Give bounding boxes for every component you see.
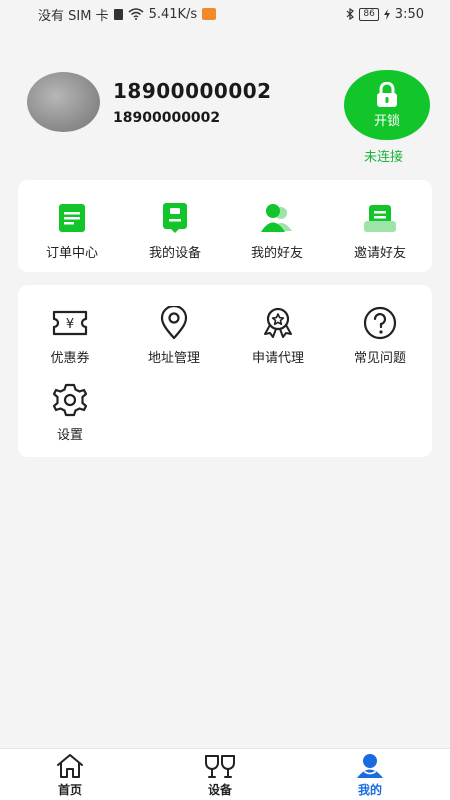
order-list-icon: [59, 204, 85, 232]
service-item-label: 优惠券: [50, 351, 90, 366]
service-item-label: 申请代理: [251, 351, 304, 366]
battery-icon: 86: [359, 7, 379, 21]
menu-item-devices[interactable]: 我的设备: [125, 198, 225, 268]
status-bar: 没有 SIM 卡 5.41K/s 86 3:50: [0, 0, 450, 28]
wifi-icon: [128, 8, 144, 20]
tab-devices[interactable]: 设备: [180, 753, 260, 799]
service-item-settings[interactable]: 设置: [20, 380, 120, 450]
menu-item-orders[interactable]: 订单中心: [22, 198, 122, 268]
service-item-label: 常见问题: [353, 351, 406, 366]
user-icon: [357, 754, 383, 778]
question-icon: [363, 306, 397, 340]
gear-icon: [52, 383, 88, 417]
menu-item-invite[interactable]: 邀请好友: [330, 198, 430, 268]
tab-mine[interactable]: 我的: [330, 753, 410, 799]
clock: 3:50: [394, 6, 424, 22]
profile-header: 18900000002 18900000002 开锁 未连接: [0, 62, 450, 172]
service-item-address[interactable]: 地址管理: [124, 303, 224, 373]
invite-icon: [364, 205, 396, 232]
lock-icon: [377, 81, 397, 107]
bluetooth-icon: [346, 8, 355, 20]
coupon-icon: ¥: [52, 310, 88, 336]
network-speed: 5.41K/s: [148, 6, 198, 22]
user-name: 18900000002: [113, 79, 272, 103]
charging-icon: [383, 8, 390, 20]
tab-label: 设备: [207, 783, 232, 797]
bottom-tab-bar: 首页 设备 我的: [0, 748, 450, 800]
service-item-label: 设置: [56, 428, 83, 443]
glasses-icon: [205, 755, 235, 778]
media-icon: [202, 8, 217, 20]
quick-menu-card: 订单中心 我的设备 我的好友 邀请好友: [18, 180, 432, 272]
device-icon: [163, 203, 187, 233]
menu-item-label: 订单中心: [45, 246, 98, 261]
avatar[interactable]: [27, 72, 100, 132]
friends-icon: [261, 204, 292, 232]
menu-item-label: 我的设备: [148, 246, 201, 261]
unlock-button[interactable]: 开锁: [344, 70, 430, 140]
service-item-faq[interactable]: 常见问题: [330, 303, 430, 373]
service-item-agent[interactable]: 申请代理: [228, 303, 328, 373]
carrier-text: 没有 SIM 卡: [38, 8, 109, 24]
tab-label: 我的: [357, 783, 382, 797]
service-item-coupons[interactable]: ¥ 优惠券: [20, 303, 120, 373]
service-item-label: 地址管理: [147, 351, 200, 366]
home-icon: [57, 754, 83, 778]
menu-item-label: 我的好友: [250, 246, 303, 261]
services-card: ¥ 优惠券 地址管理 申请代理 常见问题 设置: [18, 285, 432, 457]
menu-item-label: 邀请好友: [353, 246, 406, 261]
tab-home[interactable]: 首页: [30, 753, 110, 799]
status-right: 86 3:50: [346, 7, 424, 22]
location-icon: [160, 306, 188, 340]
award-icon: [264, 307, 292, 338]
menu-item-friends[interactable]: 我的好友: [227, 198, 327, 268]
svg-text:¥: ¥: [66, 317, 74, 332]
connection-status: 未连接: [364, 150, 404, 165]
unlock-label: 开锁: [373, 113, 400, 129]
tab-label: 首页: [57, 783, 82, 797]
sim-alert-icon: [113, 8, 123, 20]
user-phone: 18900000002: [113, 110, 221, 126]
status-left: 没有 SIM 卡 5.41K/s: [38, 5, 217, 24]
